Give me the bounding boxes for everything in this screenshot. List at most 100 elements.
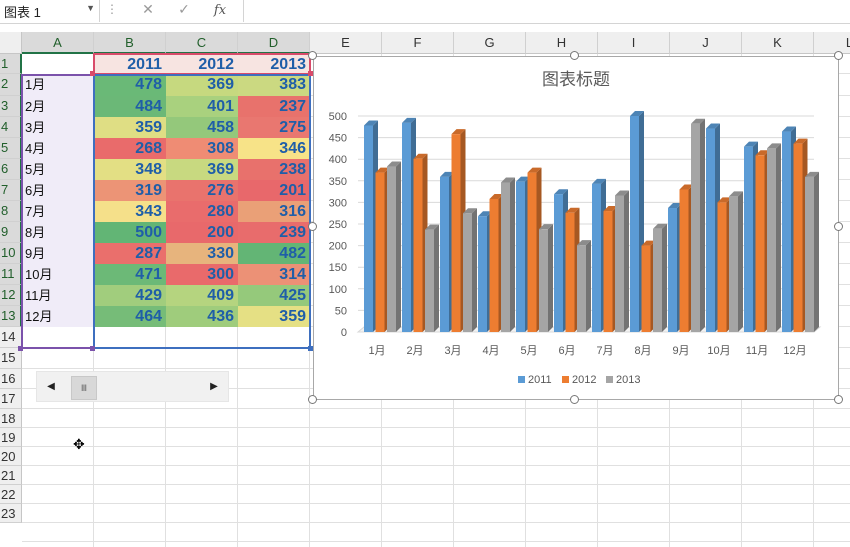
column-header-e[interactable]: E <box>310 32 382 54</box>
scroll-right-button[interactable]: ▶ <box>204 372 224 401</box>
chart-resize-handle[interactable] <box>570 51 579 60</box>
name-box[interactable]: 图表 1 ▼ <box>0 0 100 22</box>
x-tick-label: 10月 <box>707 345 730 357</box>
row-header-5[interactable]: 5 <box>0 138 22 159</box>
column-header-a[interactable]: A <box>22 32 94 54</box>
column-header-c[interactable]: C <box>166 32 238 54</box>
bar-2013-3月 <box>463 213 472 332</box>
bar-2012-5月 <box>527 172 537 332</box>
chart-resize-handle[interactable] <box>308 222 317 231</box>
fx-label: fx <box>213 3 227 18</box>
bar-side <box>624 190 629 332</box>
range-handle[interactable] <box>18 346 23 351</box>
column-header-f[interactable]: F <box>382 32 454 54</box>
range-handle[interactable] <box>90 71 95 76</box>
gridline <box>22 446 850 447</box>
column-header-h[interactable]: H <box>526 32 598 54</box>
column-header-i[interactable]: I <box>598 32 670 54</box>
row-header-9[interactable]: 9 <box>0 222 22 243</box>
bar-2011-6月 <box>554 194 563 332</box>
row-header-8[interactable]: 8 <box>0 201 22 222</box>
y-tick-label: 300 <box>329 197 347 209</box>
row-header-11[interactable]: 11 <box>0 264 22 285</box>
x-tick-label: 5月 <box>520 345 537 357</box>
chart-resize-handle[interactable] <box>834 51 843 60</box>
bar-2011-12月 <box>782 131 791 332</box>
legend-label: 2012 <box>572 374 596 386</box>
bar-2012-10月 <box>717 202 727 332</box>
column-header-d[interactable]: D <box>238 32 310 54</box>
series-name-range <box>93 53 311 75</box>
row-header-6[interactable]: 6 <box>0 159 22 180</box>
row-header-19[interactable]: 19 <box>0 428 22 447</box>
formula-bar: 图表 1 ▼ ⋮ ✕ ✓ fx <box>0 0 850 24</box>
bar-2013-12月 <box>805 176 814 332</box>
scroll-left-button[interactable]: ◀ <box>41 372 61 401</box>
row-header-13[interactable]: 13 <box>0 306 22 327</box>
gridline <box>22 408 850 409</box>
bar-2012-4月 <box>489 198 499 332</box>
row-header-1[interactable]: 1 <box>0 54 22 74</box>
gridline <box>22 484 850 485</box>
cell-a1[interactable] <box>22 54 94 74</box>
column-header-b[interactable]: B <box>94 32 166 54</box>
select-all-corner[interactable] <box>0 32 22 54</box>
row-header-17[interactable]: 17 <box>0 389 22 409</box>
row-header-21[interactable]: 21 <box>0 466 22 485</box>
x-tick-label: 9月 <box>672 345 689 357</box>
bar-2012-9月 <box>679 189 689 332</box>
column-chart: 图表标题 0 50 100 150 200 250 300 350 400 450 500 1月 2月 3月… <box>329 70 822 386</box>
y-tick-label: 500 <box>329 111 347 123</box>
cancel-icon[interactable]: ✕ <box>134 1 162 21</box>
range-handle[interactable] <box>90 346 95 351</box>
row-header-10[interactable]: 10 <box>0 243 22 264</box>
row-header-20[interactable]: 20 <box>0 447 22 466</box>
enter-icon[interactable]: ✓ <box>170 1 198 21</box>
row-header-15[interactable]: 15 <box>0 348 22 369</box>
column-header-j[interactable]: J <box>670 32 742 54</box>
chart-resize-handle[interactable] <box>308 395 317 404</box>
row-header-7[interactable]: 7 <box>0 180 22 201</box>
row-header-14[interactable]: 14 <box>0 327 22 348</box>
bar-2013-1月 <box>387 166 396 332</box>
bar-2013-4月 <box>501 182 510 332</box>
row-header-3[interactable]: 3 <box>0 96 22 117</box>
bar-side <box>586 240 591 332</box>
row-header-12[interactable]: 12 <box>0 285 22 306</box>
chevron-down-icon[interactable]: ▼ <box>86 3 95 13</box>
row-header-4[interactable]: 4 <box>0 117 22 138</box>
gridline <box>22 427 850 428</box>
legend-swatch <box>606 376 613 383</box>
row-header-18[interactable]: 18 <box>0 409 22 428</box>
x-tick-label: 1月 <box>368 345 385 357</box>
scroll-thumb[interactable]: Ⅲ <box>71 376 97 400</box>
row-header-16[interactable]: 16 <box>0 369 22 389</box>
bar-2012-2月 <box>413 158 423 332</box>
more-icon[interactable]: ⋮ <box>106 2 118 20</box>
bar-side <box>472 208 477 332</box>
chart-resize-handle[interactable] <box>570 395 579 404</box>
bar-2012-7月 <box>603 211 613 332</box>
insert-function-icon[interactable]: fx <box>206 1 234 21</box>
chart-resize-handle[interactable] <box>834 222 843 231</box>
column-header-k[interactable]: K <box>742 32 814 54</box>
row-header-2[interactable]: 2 <box>0 74 22 96</box>
row-header-22[interactable]: 22 <box>0 485 22 504</box>
name-box-value: 图表 1 <box>4 5 41 20</box>
column-header-l[interactable]: L <box>814 32 850 54</box>
x-tick-label: 7月 <box>596 345 613 357</box>
scrollbar-control[interactable]: ◀ Ⅲ ▶ <box>36 371 229 402</box>
y-tick-label: 450 <box>329 133 347 145</box>
chart-resize-handle[interactable] <box>834 395 843 404</box>
legend-label: 2011 <box>528 374 552 386</box>
chart-area[interactable]: 图表标题 0 50 100 150 200 250 300 350 400 450 500 1月 2月 3月… <box>313 56 839 400</box>
x-tick-label: 3月 <box>444 345 461 357</box>
bar-side <box>510 177 515 332</box>
column-header-g[interactable]: G <box>454 32 526 54</box>
y-tick-label: 0 <box>341 327 347 339</box>
formula-input[interactable] <box>243 0 850 22</box>
row-header-23[interactable]: 23 <box>0 504 22 523</box>
gridline <box>22 522 850 523</box>
chart-resize-handle[interactable] <box>308 51 317 60</box>
bar-2013-8月 <box>653 228 662 332</box>
